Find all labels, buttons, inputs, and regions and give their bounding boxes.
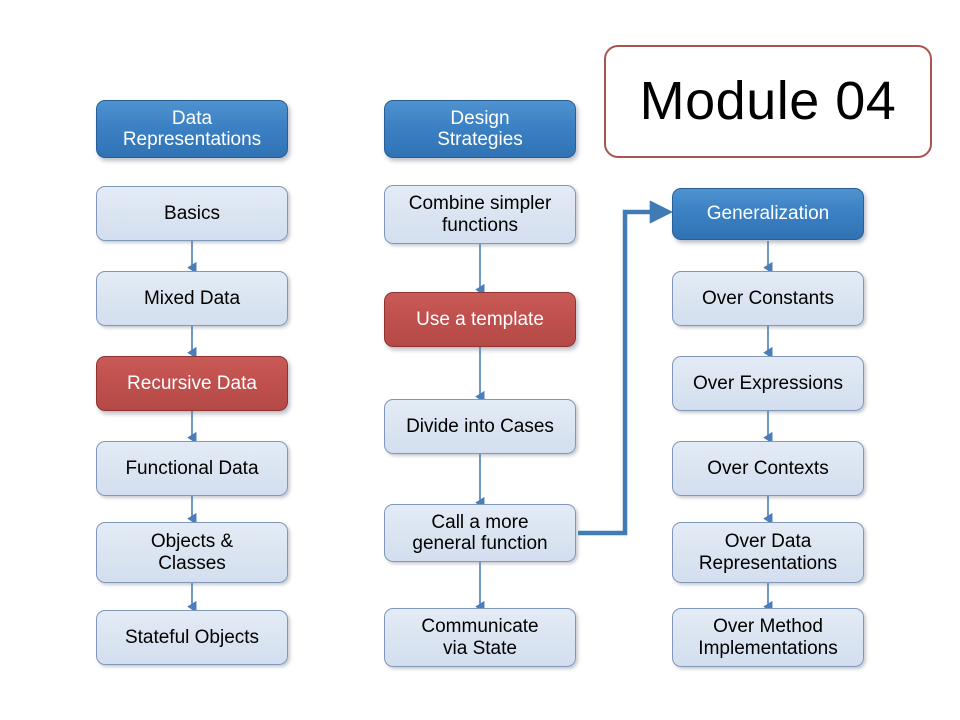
- node-label: Recursive Data: [127, 372, 257, 394]
- column-header-data-representations[interactable]: Data Representations: [96, 100, 288, 158]
- node-combine-simpler-functions[interactable]: Combine simpler functions: [384, 185, 576, 244]
- node-label: Stateful Objects: [124, 626, 260, 648]
- node-label: Use a template: [416, 308, 544, 330]
- column-header-label: Generalization: [706, 203, 830, 225]
- node-over-data-representations[interactable]: Over Data Representations: [672, 522, 864, 583]
- node-over-method-implementations[interactable]: Over Method Implementations: [672, 608, 864, 667]
- node-label: Call a more general function: [412, 511, 548, 554]
- node-label: Objects & Classes: [150, 531, 234, 574]
- node-divide-into-cases[interactable]: Divide into Cases: [384, 399, 576, 454]
- node-over-constants[interactable]: Over Constants: [672, 271, 864, 326]
- node-over-expressions[interactable]: Over Expressions: [672, 356, 864, 411]
- column-header-design-strategies[interactable]: Design Strategies: [384, 100, 576, 158]
- node-basics[interactable]: Basics: [96, 186, 288, 241]
- node-mixed-data[interactable]: Mixed Data: [96, 271, 288, 326]
- node-label: Functional Data: [125, 457, 259, 479]
- node-objects-and-classes[interactable]: Objects & Classes: [96, 522, 288, 583]
- node-recursive-data[interactable]: Recursive Data: [96, 356, 288, 411]
- column-header-label: Design Strategies: [437, 107, 523, 150]
- diagram-canvas: Module 04 Data Representations Basics Mi…: [0, 0, 960, 720]
- module-title-label: Module 04: [639, 71, 897, 132]
- node-label: Combine simpler functions: [408, 193, 552, 236]
- node-label: Over Data Representations: [698, 531, 838, 574]
- node-use-a-template[interactable]: Use a template: [384, 292, 576, 347]
- node-communicate-via-state[interactable]: Communicate via State: [384, 608, 576, 667]
- node-label: Mixed Data: [143, 287, 241, 309]
- node-call-a-more-general-function[interactable]: Call a more general function: [384, 504, 576, 562]
- connector-call-to-generalization: [578, 200, 674, 536]
- node-over-contexts[interactable]: Over Contexts: [672, 441, 864, 496]
- node-stateful-objects[interactable]: Stateful Objects: [96, 610, 288, 665]
- node-label: Over Contexts: [707, 457, 829, 479]
- node-label: Basics: [164, 202, 220, 224]
- node-label: Over Constants: [702, 287, 834, 309]
- column-header-generalization[interactable]: Generalization: [672, 188, 864, 240]
- column-header-label: Data Representations: [122, 107, 262, 150]
- node-label: Divide into Cases: [406, 415, 554, 437]
- node-label: Over Method Implementations: [698, 616, 838, 659]
- module-title-box: Module 04: [604, 45, 932, 158]
- node-functional-data[interactable]: Functional Data: [96, 441, 288, 496]
- node-label: Communicate via State: [421, 616, 539, 659]
- node-label: Over Expressions: [693, 372, 843, 394]
